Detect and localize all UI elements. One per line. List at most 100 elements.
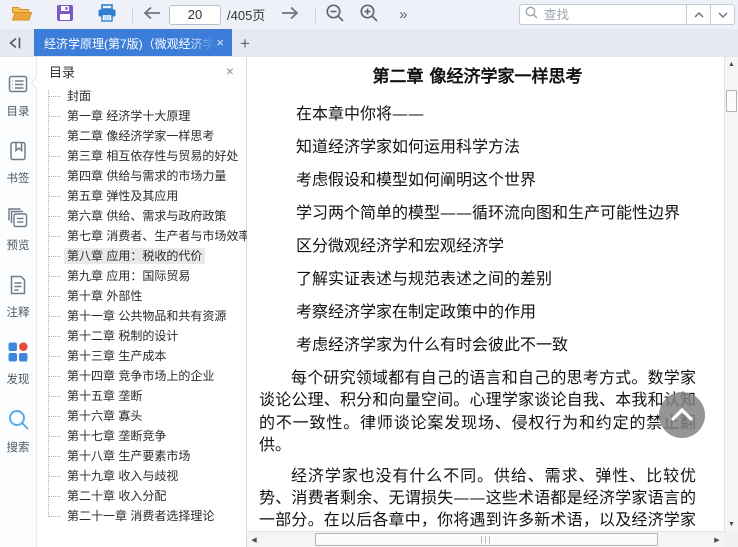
sidebar-item-search[interactable]: 搜索 xyxy=(7,408,30,455)
zoom-in-button[interactable] xyxy=(356,3,382,27)
vertical-scrollbar[interactable]: ▲ ▼ xyxy=(724,57,738,531)
printer-icon xyxy=(97,4,117,25)
toc-item[interactable]: 第四章 供给与需求的市场力量 xyxy=(37,166,246,186)
toc-item[interactable]: 第二章 像经济学家一样思考 xyxy=(37,126,246,146)
next-page-button[interactable] xyxy=(277,3,303,27)
content-line: 了解实证表述与规范表述之间的差别 xyxy=(296,269,553,288)
vertical-scroll-thumb[interactable] xyxy=(726,90,737,112)
horizontal-scrollbar[interactable]: ◀ ||| ▶ xyxy=(247,531,724,547)
content-line: 考虑假设和模型如何阐明这个世界 xyxy=(296,170,537,189)
tab-list-collapse-button[interactable] xyxy=(0,29,30,56)
chevron-left-bar-icon xyxy=(9,37,21,48)
document-tab[interactable]: 经济学原理(第7版)（微观经济学 × xyxy=(34,29,232,56)
arrow-right-icon xyxy=(280,6,300,23)
content-line: 考察经济学家在制定政策中的作用 xyxy=(296,302,537,321)
content-line: 知道经济学家如何运用科学方法 xyxy=(296,137,521,156)
horizontal-scroll-thumb[interactable]: ||| xyxy=(315,533,658,546)
chevron-up-icon xyxy=(670,408,694,422)
content-paragraph: 经济学家也没有什么不同。供给、需求、弹性、比较优势、消费者剩余、无谓损失——这些… xyxy=(259,465,696,530)
sidebar-item-bookmarks[interactable]: 书签 xyxy=(7,140,30,186)
magnifier-plus-icon xyxy=(359,3,379,26)
chevron-up-icon xyxy=(693,11,704,18)
toc-item[interactable]: 第十七章 垄断竞争 xyxy=(37,426,246,446)
tab-title-fade xyxy=(188,34,215,51)
save-floppy-icon xyxy=(56,4,74,25)
toc-item[interactable]: 第八章 应用：税收的代价 xyxy=(37,246,246,266)
toc-item[interactable]: 第六章 供给、需求与政府政策 xyxy=(37,206,246,226)
toc-item[interactable]: 第十八章 生产要素市场 xyxy=(37,446,246,466)
toc-item[interactable]: 第十六章 寡头 xyxy=(37,406,246,426)
document-view: 第二章 像经济学家一样思考 在本章中你将—— 知道经济学家如何运用科学方法 考虑假设… xyxy=(247,57,738,547)
scrollbar-corner xyxy=(724,531,738,547)
scroll-up-arrow[interactable]: ▲ xyxy=(725,57,738,71)
chevron-down-icon xyxy=(717,11,728,18)
search-icon xyxy=(525,6,538,24)
magnifier-minus-icon xyxy=(325,3,345,26)
toc-panel: 目录 × 封面 第一章 经济学十大原理 第二章 像经济学家一样思考 第三章 相互依存性… xyxy=(30,57,250,547)
chapter-title: 第二章 像经济学家一样思考 xyxy=(372,67,583,87)
chevron-double-right-icon: » xyxy=(399,6,408,23)
page-number-input[interactable] xyxy=(169,4,221,25)
thumbnails-icon xyxy=(7,207,29,234)
toc-item[interactable]: 第三章 相互依存性与贸易的好处 xyxy=(37,146,246,166)
pdf-reader-window: /405页 xyxy=(0,0,738,547)
content-paragraph: 每个研究领域都有自己的语言和自己的思考方式。数学家谈论公理、积分和向量空间。心理… xyxy=(259,368,696,455)
find-box[interactable] xyxy=(519,4,687,25)
content-line: 在本章中你将—— xyxy=(296,104,425,123)
toc-icon xyxy=(7,73,29,100)
sidebar-item-toc[interactable]: 目录 xyxy=(7,73,30,119)
previous-page-button[interactable] xyxy=(139,3,165,27)
toc-item[interactable]: 第七章 消费者、生产者与市场效率 xyxy=(37,226,250,246)
toc-list: 封面 第一章 经济学十大原理 第二章 像经济学家一样思考 第三章 相互依存性与贸易的好… xyxy=(37,86,250,526)
find-next-button[interactable] xyxy=(711,4,735,25)
bookmark-icon xyxy=(7,140,29,167)
back-to-top-button[interactable] xyxy=(659,392,705,438)
tab-bar: 经济学原理(第7版)（微观经济学 × + xyxy=(0,29,738,56)
toc-panel-title: 目录 xyxy=(49,64,76,80)
scroll-left-arrow[interactable]: ◀ xyxy=(247,532,261,547)
new-tab-button[interactable]: + xyxy=(232,29,258,56)
toc-item[interactable]: 封面 xyxy=(37,86,246,106)
toc-item[interactable]: 第二十一章 消费者选择理论 xyxy=(37,506,246,526)
page-total-label: /405页 xyxy=(227,8,266,23)
toolbar-separator xyxy=(132,6,133,23)
toc-item[interactable]: 第十九章 收入与歧视 xyxy=(37,466,246,486)
open-file-button[interactable] xyxy=(8,3,36,27)
discover-icon xyxy=(7,341,29,368)
toc-item[interactable]: 第一章 经济学十大原理 xyxy=(37,106,246,126)
tab-close-icon[interactable]: × xyxy=(214,36,226,49)
content-line: 区分微观经济学和宏观经济学 xyxy=(296,236,505,255)
find-input[interactable] xyxy=(542,6,681,23)
scroll-right-arrow[interactable]: ▶ xyxy=(710,532,724,547)
toc-item[interactable]: 第十二章 税制的设计 xyxy=(37,326,246,346)
toc-item[interactable]: 第九章 应用：国际贸易 xyxy=(37,266,246,286)
sidebar-item-discover[interactable]: 发现 xyxy=(7,341,30,387)
toc-item[interactable]: 第五章 弹性及其应用 xyxy=(37,186,246,206)
sidebar-item-thumbnails[interactable]: 预览 xyxy=(7,207,30,253)
content-line: 学习两个简单的模型——循环流向图和生产可能性边界 xyxy=(296,203,681,222)
toc-item[interactable]: 第十五章 垄断 xyxy=(37,386,246,406)
content-line: 考虑经济学家为什么有时会彼此不一致 xyxy=(296,335,569,354)
annotation-icon xyxy=(7,274,29,301)
toc-item[interactable]: 第十一章 公共物品和共有资源 xyxy=(37,306,246,326)
toc-item[interactable]: 第十四章 竞争市场上的企业 xyxy=(37,366,246,386)
left-icon-strip: 目录 书签 预览 注释 发现 搜索 xyxy=(0,57,36,547)
chapter-objectives: 在本章中你将—— 知道经济学家如何运用科学方法 考虑假设和模型如何阐明这个世界学习两… xyxy=(259,103,696,356)
save-button[interactable] xyxy=(52,3,78,27)
toolbar: /405页 xyxy=(0,0,738,29)
pdf-page: 第二章 像经济学家一样思考 在本章中你将—— 知道经济学家如何运用科学方法 考虑假设… xyxy=(247,57,710,531)
more-tools-button[interactable]: » xyxy=(390,3,416,27)
thumb-grip: ||| xyxy=(480,534,493,544)
print-button[interactable] xyxy=(94,3,120,27)
scroll-down-arrow[interactable]: ▼ xyxy=(725,517,738,531)
toc-item[interactable]: 第十三章 生产成本 xyxy=(37,346,246,366)
toc-close-icon[interactable]: × xyxy=(224,63,236,79)
find-previous-button[interactable] xyxy=(687,4,711,25)
sidebar-item-annotations[interactable]: 注释 xyxy=(7,274,30,320)
toolbar-separator xyxy=(315,6,317,23)
zoom-out-button[interactable] xyxy=(322,3,348,27)
toc-item[interactable]: 第十章 外部性 xyxy=(37,286,246,306)
arrow-left-icon xyxy=(142,6,162,23)
tab-title: 经济学原理(第7版)（微观经济学 xyxy=(44,34,215,51)
toc-item[interactable]: 第二十章 收入分配 xyxy=(37,486,246,506)
